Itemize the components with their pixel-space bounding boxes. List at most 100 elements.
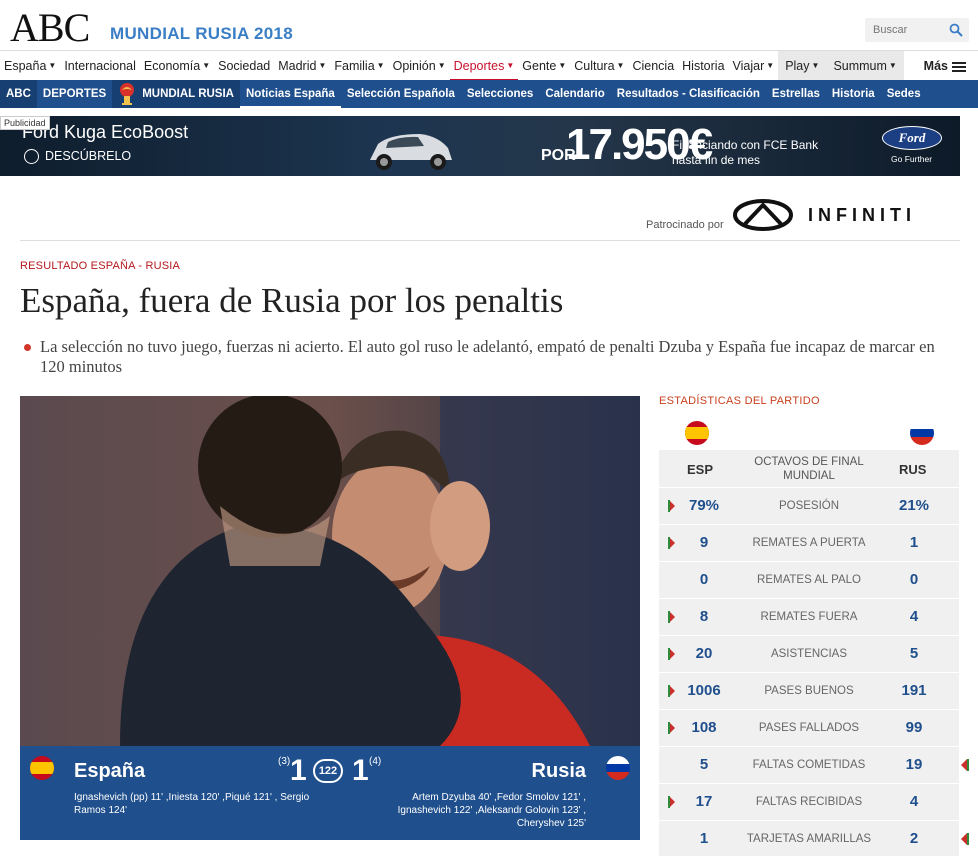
- subnav-item-2[interactable]: Selecciones: [461, 80, 539, 108]
- stat-label: PASES FALLADOS: [758, 722, 860, 734]
- nav-item-gente[interactable]: Gente ▼: [518, 51, 570, 81]
- site-header: ABC MUNDIAL RUSIA 2018: [0, 0, 978, 50]
- nav-item-cultura[interactable]: Cultura ▼: [570, 51, 628, 81]
- nav-item-label: Familia: [334, 58, 375, 73]
- spain-flag-icon: [685, 421, 709, 445]
- nav-item-label: Economía: [143, 58, 201, 73]
- search-icon[interactable]: [949, 23, 963, 37]
- stats-table: ESP OCTAVOS DE FINAL MUNDIAL RUS 79% POSE…: [659, 450, 969, 856]
- nav-item-deportes[interactable]: Deportes ▼: [449, 51, 519, 81]
- nav-item-sociedad[interactable]: Sociedad: [214, 51, 274, 81]
- nav-item-summum[interactable]: Summum ▼: [826, 50, 904, 81]
- stats-row: 9 REMATES A PUERTA 1: [659, 525, 959, 562]
- nav-item-espa-a[interactable]: España ▼: [0, 51, 60, 81]
- subnav-item-4[interactable]: Resultados - Clasificación: [611, 80, 766, 108]
- subnav-item-1[interactable]: Selección Española: [341, 80, 461, 108]
- search-input[interactable]: [865, 18, 945, 42]
- stat-away-value: 191: [901, 682, 927, 699]
- away-scorers: Artem Dzyuba 40' ,Fedor Smolov 121' , Ig…: [397, 792, 586, 829]
- caret-down-icon: ▼: [766, 61, 775, 71]
- nav-mundial-label: MUNDIAL RUSIA: [142, 88, 234, 100]
- caret-down-icon: ▼: [558, 61, 567, 71]
- nav-item-label: Viajar: [732, 58, 765, 73]
- subnav-item-6[interactable]: Historia: [826, 80, 881, 108]
- stat-home-value: 8: [699, 608, 709, 625]
- stats-row: 108 PASES FALLADOS 99: [659, 710, 959, 747]
- nav-item-label: Play: [785, 58, 810, 73]
- stat-away-value: 4: [909, 608, 919, 625]
- stats-row: 1006 PASES BUENOS 191: [659, 673, 959, 710]
- nav-item-ciencia[interactable]: Ciencia: [628, 51, 678, 81]
- article-kicker[interactable]: RESULTADO ESPAÑA - RUSIA: [20, 260, 180, 272]
- nav-item-econom-a[interactable]: Economía ▼: [140, 51, 214, 81]
- nav-item-label: Ciencia: [632, 58, 675, 73]
- caret-down-icon: ▼: [437, 61, 446, 71]
- nav-item-label: Opinión: [392, 58, 436, 73]
- russia-flag-icon: [910, 421, 934, 445]
- divider: [20, 240, 960, 241]
- players-embrace-image: [20, 396, 640, 746]
- ad-finance-line-1: Financiando con FCE Bank: [672, 138, 819, 152]
- scoreboard[interactable]: España (3) 1 122 1 (4) Rusia Ignashevich…: [20, 746, 640, 840]
- main-nav: España ▼ Internacional Economía ▼ Sociedad Mad…: [0, 50, 978, 81]
- stat-home-value: 108: [691, 719, 717, 736]
- stat-away-value: 5: [909, 645, 919, 662]
- stat-label: ASISTENCIAS: [770, 648, 848, 660]
- nav-item-label: Madrid: [278, 58, 317, 73]
- stat-away-value: 0: [909, 571, 919, 588]
- abc-logo[interactable]: ABC: [10, 4, 90, 51]
- caret-down-icon: ▼: [888, 61, 897, 71]
- more-label: Más: [923, 59, 948, 73]
- nav-item-label: Cultura: [574, 58, 615, 73]
- nav-item-madrid[interactable]: Madrid ▼: [274, 51, 330, 81]
- sponsor-brand[interactable]: INFINITI: [808, 205, 916, 226]
- stat-away-value: 21%: [898, 497, 930, 514]
- home-goals: 1: [290, 754, 307, 787]
- chevron-right-icon: [24, 149, 39, 165]
- ad-cta[interactable]: DESCÚBRELO: [24, 149, 132, 165]
- nav-item-historia[interactable]: Historia: [678, 51, 728, 81]
- stat-label: REMATES A PUERTA: [752, 537, 866, 549]
- subnav-item-5[interactable]: Estrellas: [766, 80, 826, 108]
- caret-down-icon: ▼: [811, 61, 820, 71]
- section-title[interactable]: MUNDIAL RUSIA 2018: [110, 24, 293, 44]
- nav-item-familia[interactable]: Familia ▼: [330, 51, 388, 81]
- nav-item-label: Sociedad: [218, 58, 271, 73]
- ad-banner[interactable]: Ford Kuga EcoBoost DESCÚBRELO POR 17.950…: [0, 116, 960, 176]
- stats-row: 5 FALTAS COMETIDAS 19: [659, 747, 969, 784]
- nav-deportes[interactable]: DEPORTES: [37, 80, 112, 108]
- spain-flag-icon: [30, 756, 54, 780]
- search-box[interactable]: [865, 18, 969, 42]
- stats-home-abbr: ESP: [687, 462, 714, 477]
- subnav-item-7[interactable]: Sedes: [881, 80, 927, 108]
- stats-away-abbr: RUS: [899, 462, 927, 477]
- nav-item-viajar[interactable]: Viajar ▼: [729, 51, 779, 81]
- stats-row: 0 REMATES AL PALO 0: [659, 562, 959, 599]
- nav-item-internacional[interactable]: Internacional: [60, 51, 140, 81]
- more-menu-button[interactable]: Más: [920, 51, 970, 81]
- world-cup-logo-icon: [120, 82, 135, 105]
- subnav-item-3[interactable]: Calendario: [539, 80, 610, 108]
- ford-logo: Ford: [882, 126, 942, 150]
- article-photo[interactable]: [20, 396, 640, 746]
- stats-title: ESTADÍSTICAS DEL PARTIDO: [659, 395, 820, 407]
- stat-away-value: 4: [909, 793, 919, 810]
- nav-item-label: Summum: [833, 58, 887, 73]
- ad-finance-line-2: hasta fin de mes: [672, 153, 761, 167]
- away-goals: 1: [352, 754, 369, 787]
- article-headline: España, fuera de Rusia por los penaltis: [20, 281, 564, 320]
- caret-down-icon: ▼: [48, 61, 57, 71]
- nav-item-play[interactable]: Play ▼: [778, 50, 827, 81]
- hamburger-icon: [952, 61, 966, 72]
- ad-cta-label: DESCÚBRELO: [45, 149, 132, 163]
- nav-item-opini-n[interactable]: Opinión ▼: [389, 51, 450, 81]
- caret-down-icon: ▼: [376, 61, 385, 71]
- nav-mundial-rusia[interactable]: MUNDIAL RUSIA: [112, 80, 240, 108]
- caret-down-icon: ▼: [318, 61, 327, 71]
- subnav-item-0[interactable]: Noticias España: [239, 80, 341, 108]
- nav-abc[interactable]: ABC: [0, 80, 37, 108]
- infiniti-logo-icon[interactable]: [733, 199, 793, 231]
- away-penalties: (4): [369, 756, 382, 767]
- stat-away-value: 1: [909, 534, 919, 551]
- russia-flag-icon: [606, 756, 630, 780]
